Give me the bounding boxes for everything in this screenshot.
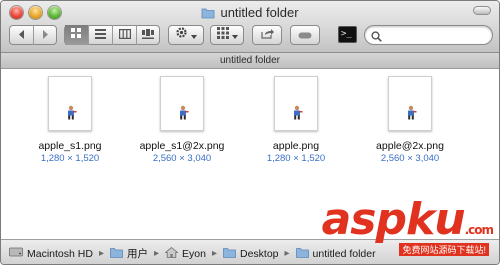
apple-figure-icon bbox=[408, 105, 417, 120]
path-separator-icon: ▸ bbox=[211, 248, 217, 259]
chevron-right-icon bbox=[41, 26, 49, 44]
path-item-label: 用户 bbox=[126, 248, 148, 260]
breadcrumb: Macintosh HD ▸ 用户 ▸ Eyon ▸ Desktop ▸ unt… bbox=[9, 246, 376, 261]
home-icon bbox=[164, 246, 179, 261]
file-dimensions: 1,280 × 1,520 bbox=[266, 153, 326, 164]
image-thumbnail bbox=[388, 76, 432, 131]
path-item-label: Desktop bbox=[239, 247, 279, 260]
back-forward-control bbox=[9, 25, 57, 45]
apple-figure-icon bbox=[180, 105, 189, 120]
search-input[interactable] bbox=[387, 28, 487, 42]
window-title: untitled folder bbox=[1, 5, 499, 22]
search-field[interactable] bbox=[364, 25, 493, 45]
columns-icon bbox=[118, 26, 131, 44]
path-item-label: Eyon bbox=[182, 247, 206, 260]
path-item-desktop[interactable]: Desktop bbox=[223, 247, 279, 261]
watermark: aspku.com 免费网站源码下载站! bbox=[322, 198, 494, 256]
list-view-button[interactable] bbox=[89, 25, 113, 45]
back-button[interactable] bbox=[10, 25, 34, 45]
file-item[interactable]: apple@2x.png 2,560 × 3,040 bbox=[355, 76, 465, 164]
edit-tags-button[interactable] bbox=[290, 25, 320, 45]
folder-icon bbox=[110, 247, 123, 261]
path-separator-icon: ▸ bbox=[153, 248, 160, 259]
image-thumbnail bbox=[274, 76, 318, 131]
share-icon bbox=[260, 26, 274, 44]
file-name: apple.png bbox=[272, 140, 320, 152]
watermark-subtitle: 免费网站源码下载站! bbox=[399, 243, 489, 256]
toolbar: untitled folder >_ bbox=[1, 1, 499, 53]
file-dimensions: 2,560 × 3,040 bbox=[152, 153, 212, 164]
arrange-menu-button[interactable] bbox=[210, 25, 244, 45]
file-item[interactable]: apple_s1.png 1,280 × 1,520 bbox=[15, 76, 125, 164]
gear-icon bbox=[175, 26, 188, 44]
apple-figure-icon bbox=[68, 105, 77, 120]
path-item-eyon[interactable]: Eyon bbox=[164, 246, 206, 261]
file-name: apple_s1@2x.png bbox=[139, 140, 225, 152]
tab-bar: untitled folder bbox=[1, 53, 499, 69]
file-name: apple@2x.png bbox=[376, 140, 444, 152]
image-thumbnail bbox=[48, 76, 92, 131]
column-view-button[interactable] bbox=[113, 25, 137, 45]
file-dimensions: 2,560 × 3,040 bbox=[380, 153, 440, 164]
search-icon bbox=[371, 29, 382, 47]
forward-button[interactable] bbox=[34, 25, 56, 45]
window-title-text: untitled folder bbox=[220, 5, 299, 20]
folder-icon bbox=[201, 7, 215, 22]
tag-icon bbox=[298, 26, 312, 44]
toolbar-toggle-button[interactable] bbox=[473, 6, 491, 15]
image-thumbnail bbox=[160, 76, 204, 131]
action-menu-button[interactable] bbox=[168, 25, 204, 45]
folder-icon bbox=[223, 247, 236, 261]
file-item[interactable]: apple_s1@2x.png 2,560 × 3,040 bbox=[127, 76, 237, 164]
finder-window: untitled folder >_ untitled folder apple… bbox=[0, 0, 500, 265]
path-item-macintosh-hd[interactable]: Macintosh HD bbox=[9, 247, 93, 260]
terminal-button[interactable]: >_ bbox=[338, 26, 357, 43]
path-separator-icon: ▸ bbox=[98, 248, 104, 259]
chevron-down-icon bbox=[191, 26, 197, 44]
icon-view-button[interactable] bbox=[65, 25, 89, 45]
terminal-icon: >_ bbox=[341, 29, 352, 39]
path-item-users[interactable]: 用户 bbox=[110, 246, 148, 261]
path-separator-icon: ▸ bbox=[284, 248, 290, 259]
coverflow-icon bbox=[142, 26, 154, 44]
file-dimensions: 1,280 × 1,520 bbox=[40, 153, 100, 164]
hard-drive-icon bbox=[9, 247, 23, 260]
tab-untitled-folder[interactable]: untitled folder bbox=[220, 55, 280, 66]
arrange-grid-icon bbox=[216, 26, 229, 44]
chevron-left-icon bbox=[18, 26, 26, 44]
file-name: apple_s1.png bbox=[38, 140, 102, 152]
path-item-label: Macintosh HD bbox=[27, 247, 93, 260]
chevron-down-icon bbox=[231, 26, 238, 44]
folder-icon bbox=[295, 247, 309, 261]
view-mode-control bbox=[64, 25, 160, 45]
list-icon bbox=[95, 26, 106, 44]
share-button[interactable] bbox=[252, 25, 282, 45]
grid-icon bbox=[71, 26, 82, 44]
apple-figure-icon bbox=[294, 105, 303, 120]
file-item[interactable]: apple.png 1,280 × 1,520 bbox=[241, 76, 351, 164]
coverflow-view-button[interactable] bbox=[137, 25, 159, 45]
